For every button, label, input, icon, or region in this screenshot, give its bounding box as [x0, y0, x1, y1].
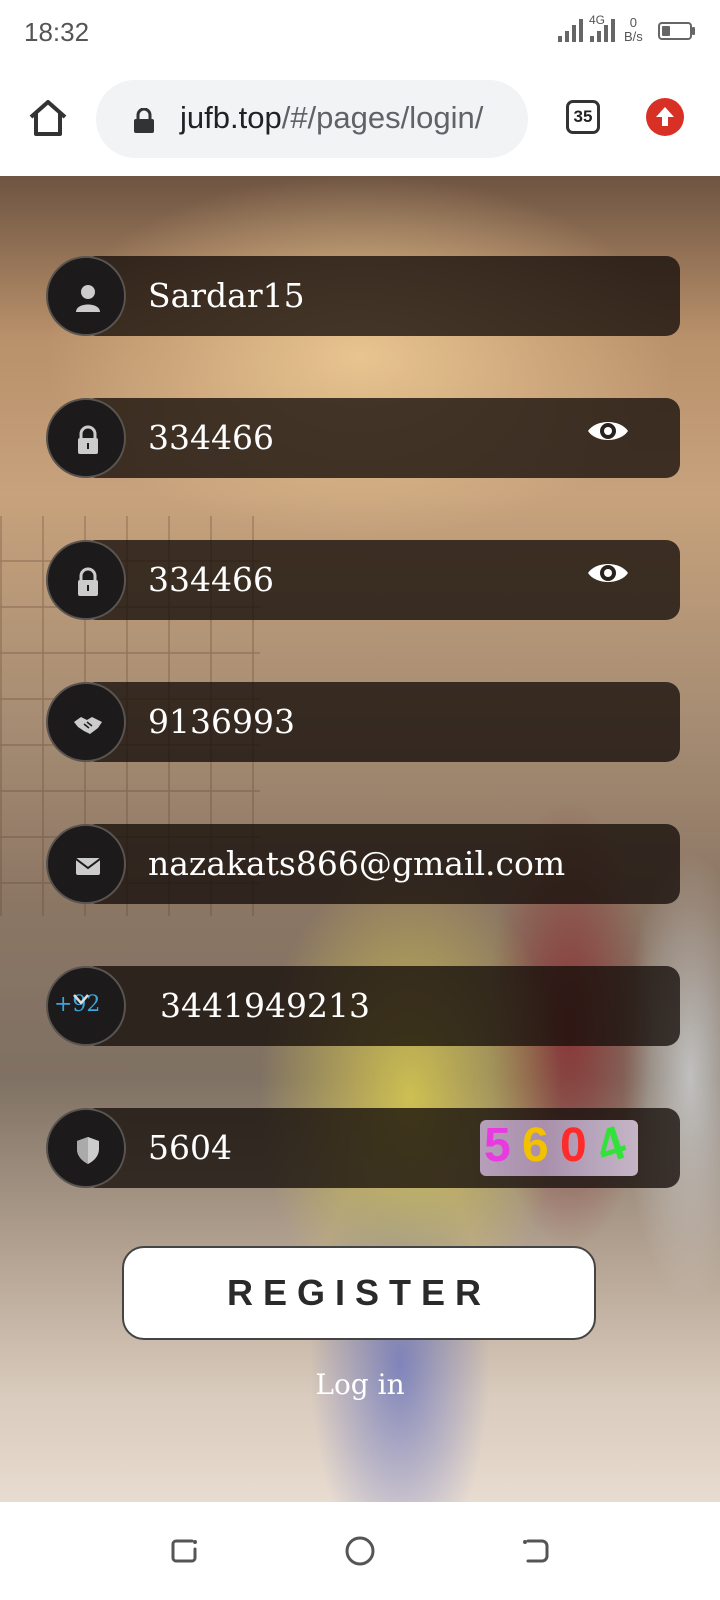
back-icon[interactable]: [520, 1535, 552, 1567]
status-time: 18:32: [24, 17, 90, 47]
register-page: Sardar15 334466 334466 9136993 nazakats8…: [0, 176, 720, 1502]
phone-input[interactable]: 3441949213: [160, 986, 370, 1025]
username-input[interactable]: Sardar15: [148, 276, 305, 315]
invite-code-input[interactable]: 9136993: [148, 702, 295, 741]
url-text: jufb.top/#/pages/login/: [180, 100, 484, 135]
password-field[interactable]: 334466: [46, 398, 680, 478]
arrow-up-icon: [656, 107, 674, 126]
captcha-field[interactable]: 5604 5 6 0 4: [46, 1108, 680, 1188]
handshake-icon: [46, 682, 126, 762]
captcha-image[interactable]: 5 6 0 4: [480, 1120, 638, 1176]
captcha-input[interactable]: 5604: [148, 1128, 232, 1167]
update-button[interactable]: [646, 98, 684, 136]
signal-icon: [558, 19, 583, 42]
home-nav-icon[interactable]: [344, 1535, 376, 1567]
lock-icon: [46, 398, 126, 478]
email-input[interactable]: nazakats866@gmail.com: [148, 844, 565, 883]
invite-code-field[interactable]: 9136993: [46, 682, 680, 762]
password-input[interactable]: 334466: [148, 418, 274, 457]
login-link[interactable]: Log in: [0, 1368, 720, 1401]
status-bar: 18:32 4G 0 B/s: [0, 0, 720, 66]
battery-tip: [692, 27, 695, 35]
username-field[interactable]: Sardar15: [46, 256, 680, 336]
country-code-selector[interactable]: +92: [46, 966, 126, 1046]
tab-switcher-button[interactable]: 35: [566, 100, 600, 134]
browser-toolbar: jufb.top/#/pages/login/ 35: [0, 66, 720, 177]
network-speed: 0 B/s: [624, 15, 643, 44]
user-icon: [46, 256, 126, 336]
email-field[interactable]: nazakats866@gmail.com: [46, 824, 680, 904]
eye-icon[interactable]: [586, 416, 630, 446]
lock-icon: [46, 540, 126, 620]
recent-apps-icon[interactable]: [168, 1535, 200, 1567]
confirm-password-input[interactable]: 334466: [148, 560, 274, 599]
address-bar[interactable]: jufb.top/#/pages/login/: [96, 80, 528, 158]
chevron-down-icon: [73, 994, 89, 1005]
signal-4g-icon: [590, 19, 615, 42]
mail-icon: [46, 824, 126, 904]
confirm-password-field[interactable]: 334466: [46, 540, 680, 620]
phone-field[interactable]: +92 3441949213: [46, 966, 680, 1046]
home-icon[interactable]: [26, 96, 70, 140]
register-button[interactable]: REGISTER: [122, 1246, 596, 1340]
eye-icon[interactable]: [586, 558, 630, 588]
system-nav-bar: [0, 1502, 720, 1600]
shield-icon: [46, 1108, 126, 1188]
lock-icon: [134, 108, 154, 133]
battery-icon: [658, 22, 692, 40]
